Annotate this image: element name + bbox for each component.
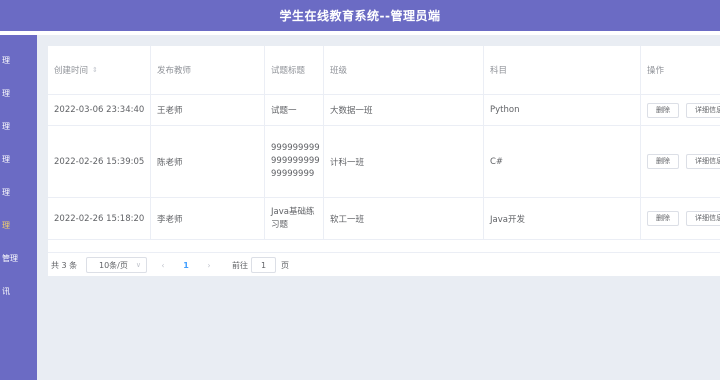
chevron-down-icon: ∨ [135,261,141,269]
column-header-label: 创建时间 [54,66,89,76]
page-unit-label: 页 [281,260,289,270]
sidebar-item-label: 理 [2,56,10,65]
table-row: 2022-03-06 23:34:40 王老师 试题一 大数据一班 Python… [48,95,720,126]
cell-created: 2022-02-26 15:39:05 [48,126,151,197]
app-title: 学生在线教育系统--管理员端 [279,9,441,23]
cell-title: 试题一 [265,95,324,125]
cell-subject: C# [484,126,641,197]
sidebar-item-8[interactable]: 讯 [0,284,37,300]
column-header-actions: 操作 [641,46,720,94]
sidebar-item-label: 理 [2,188,10,197]
sidebar-item-2[interactable]: 理 [0,86,37,102]
sidebar-item-label: 理 [2,89,10,98]
sidebar-item-label: 管理 [2,254,18,263]
cell-created: 2022-03-06 23:34:40 [48,95,151,125]
delete-button[interactable]: 删除 [647,154,679,169]
pagination: 共 3 条 10条/页 ∨ ‹ 1 › 前往 1 页 [48,252,720,276]
sidebar-item-label: 理 [2,122,10,131]
column-header-label: 试题标题 [271,66,306,76]
delete-button[interactable]: 删除 [647,211,679,226]
main-content: 创建时间 ⇕ 发布教师 试题标题 班级 科目 操作 2022-03-06 23:… [37,35,720,380]
top-header: 学生在线教育系统--管理员端 [0,0,720,31]
column-header-subject: 科目 [484,46,641,94]
column-header-teacher: 发布教师 [151,46,265,94]
table-row: 2022-02-26 15:18:20 李老师 Java基础练习题 软工一班 J… [48,198,720,240]
column-header-label: 班级 [330,66,348,76]
exam-table: 创建时间 ⇕ 发布教师 试题标题 班级 科目 操作 2022-03-06 23:… [48,46,720,252]
detail-button[interactable]: 详细信息 [686,154,720,169]
cell-class: 计科一班 [324,126,484,197]
cell-actions: 删除 详细信息 [641,126,720,197]
sidebar: 理 理 理 理 理 理 管理 讯 [0,35,37,380]
cell-teacher: 王老师 [151,95,265,125]
cell-class: 软工一班 [324,198,484,239]
sidebar-item-label: 讯 [2,287,10,296]
cell-actions: 删除 详细信息 [641,95,720,125]
delete-button[interactable]: 删除 [647,102,679,118]
sidebar-item-label: 理 [2,221,10,230]
column-header-label: 科目 [490,66,508,76]
sidebar-item-3[interactable]: 理 [0,119,37,135]
column-header-title: 试题标题 [265,46,324,94]
sidebar-item-label: 理 [2,155,10,164]
cell-teacher: 陈老师 [151,126,265,197]
goto-page-input[interactable]: 1 [251,257,276,273]
sidebar-item-4[interactable]: 理 [0,152,37,168]
cell-title: Java基础练习题 [265,198,324,239]
column-header-created[interactable]: 创建时间 ⇕ [48,46,151,94]
page-size-select[interactable]: 10条/页 ∨ [86,257,147,273]
next-page-button[interactable]: › [201,257,217,273]
goto-label: 前往 [232,260,248,270]
chevron-right-icon: › [207,260,211,270]
sort-caret-icon[interactable]: ⇕ [92,66,98,74]
page-size-value: 10条/页 [99,260,128,270]
prev-page-button[interactable]: ‹ [155,257,171,273]
column-header-label: 操作 [647,66,665,76]
cell-teacher: 李老师 [151,198,265,239]
detail-button[interactable]: 详细信息 [686,102,720,118]
sidebar-item-1[interactable]: 理 [0,53,37,69]
pagination-total: 共 3 条 [51,260,78,270]
chevron-left-icon: ‹ [161,260,165,270]
column-header-class: 班级 [324,46,484,94]
page-number-current[interactable]: 1 [177,257,195,273]
sidebar-item-5[interactable]: 理 [0,185,37,201]
cell-created: 2022-02-26 15:18:20 [48,198,151,239]
cell-actions: 删除 详细信息 [641,198,720,239]
detail-button[interactable]: 详细信息 [686,211,720,226]
cell-title: 99999999999999999999999999 [265,126,324,197]
table-row: 2022-02-26 15:39:05 陈老师 9999999999999999… [48,126,720,198]
cell-class: 大数据一班 [324,95,484,125]
cell-subject: Java开发 [484,198,641,239]
cell-subject: Python [484,95,641,125]
column-header-label: 发布教师 [157,66,192,76]
table-header-row: 创建时间 ⇕ 发布教师 试题标题 班级 科目 操作 [48,46,720,95]
sidebar-item-6[interactable]: 理 [0,218,37,234]
sidebar-item-7[interactable]: 管理 [0,251,37,267]
